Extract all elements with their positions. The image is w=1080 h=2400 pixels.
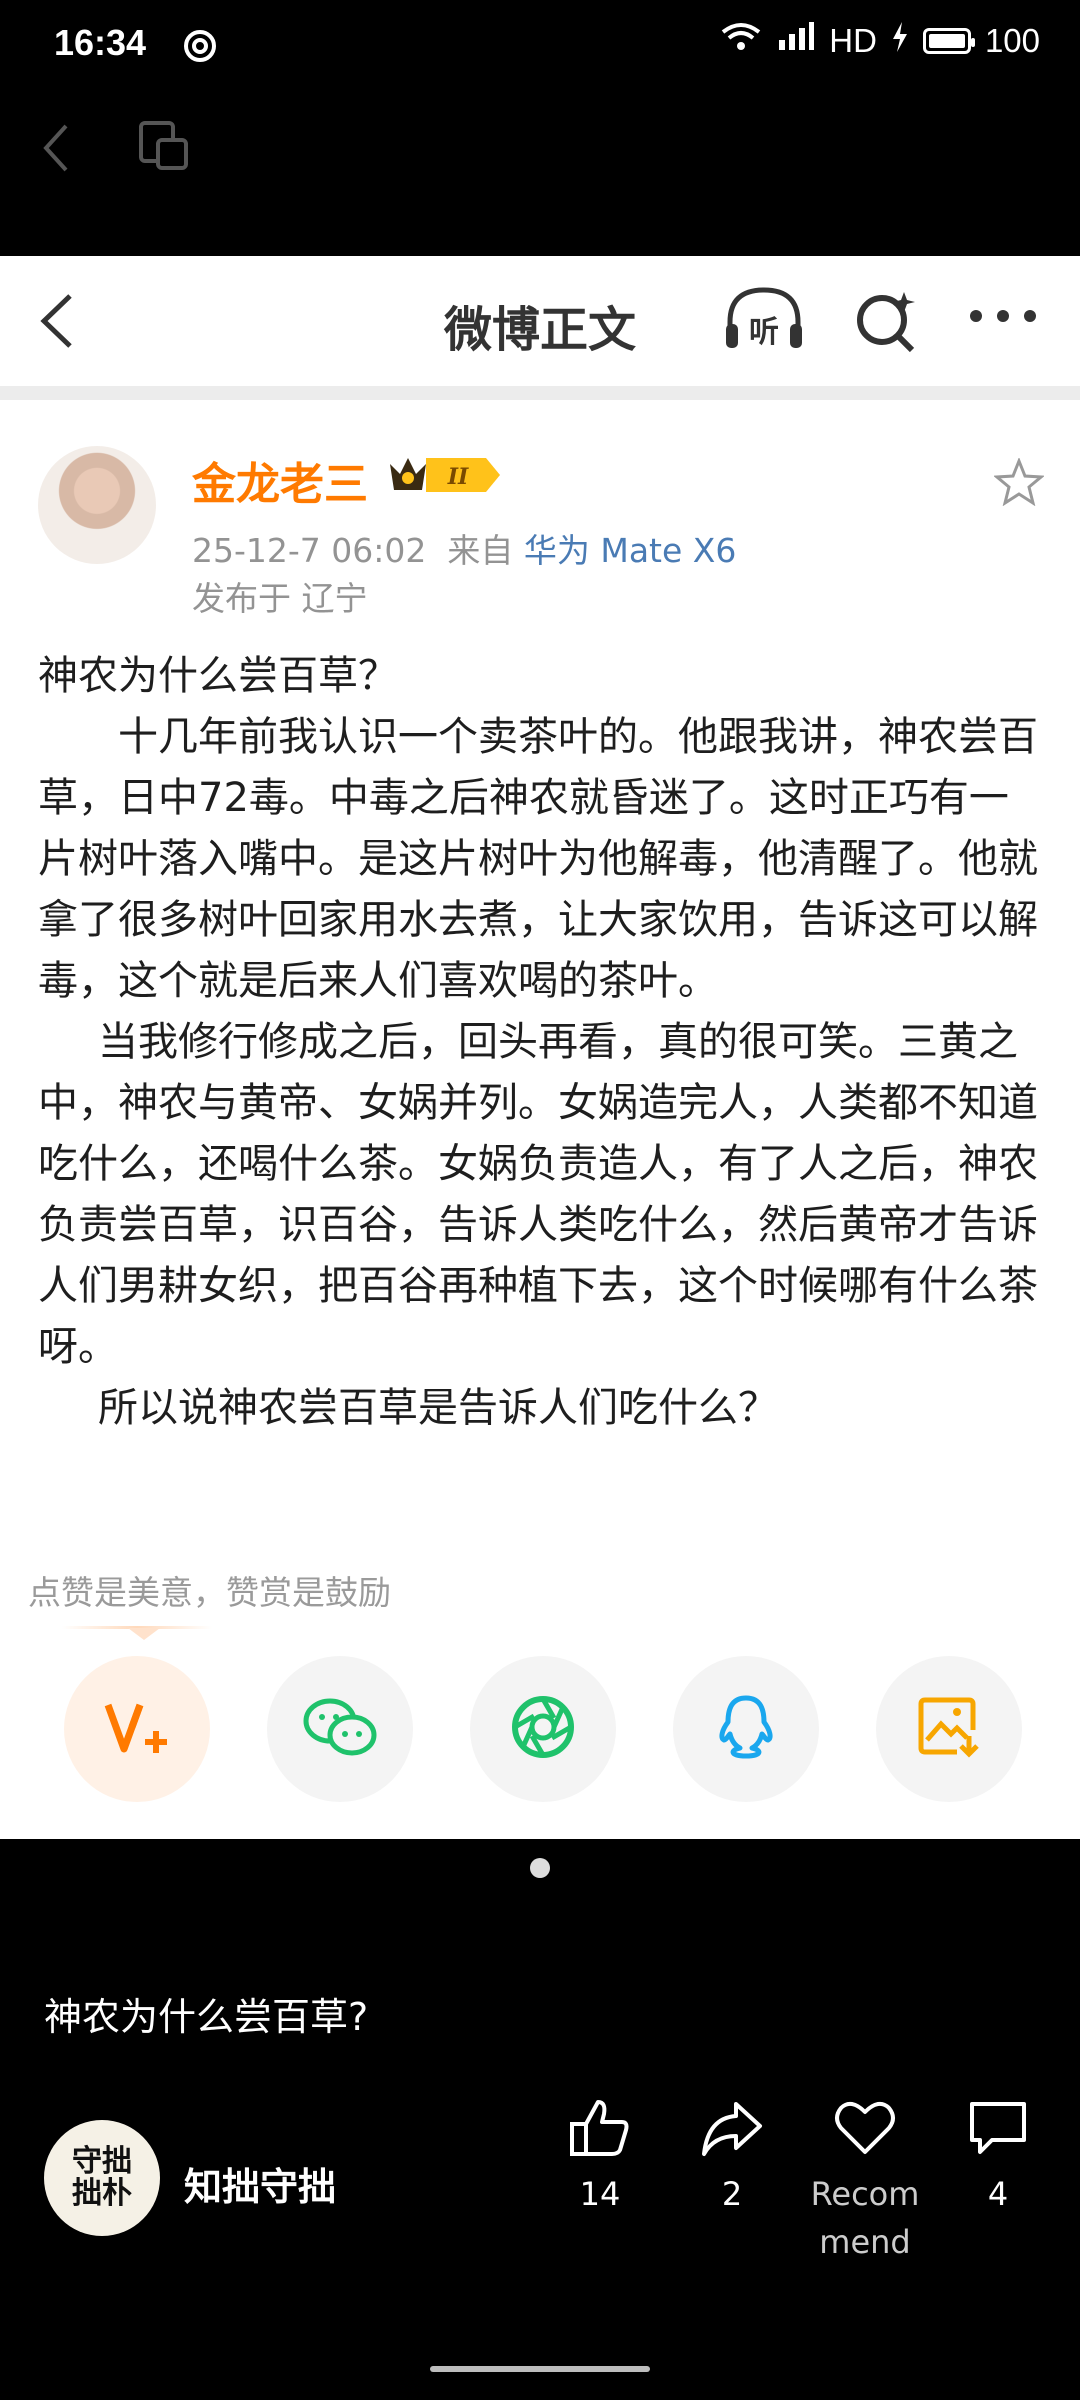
share-qq-button[interactable] [673, 1656, 819, 1802]
listen-icon[interactable]: 听 [722, 284, 806, 358]
appreciate-hint: 点赞是美意，赞赏是鼓励 [28, 1573, 391, 1612]
battery-fill [928, 34, 965, 48]
vip-level: II [447, 464, 469, 490]
network-type: HD [829, 22, 877, 59]
post-paragraph-1: 十几年前我认识一个卖茶叶的。他跟我讲，神农尝百草，日中72毒。中毒之后神农就昏迷… [38, 714, 1038, 1004]
signal-icon [775, 22, 815, 60]
save-image-button[interactable] [876, 1656, 1022, 1802]
appreciate-pointer [128, 1628, 160, 1640]
status-time: 16:34 [54, 22, 147, 63]
focus-mode-icon [182, 28, 218, 68]
battery-percent: 100 [984, 22, 1040, 59]
pager-indicator [530, 1858, 550, 1878]
weibo-post-card: 微博正文 听 金龙老三 II 25-12-7 06:02 来自 华为 Mate … [0, 256, 1080, 1839]
more-icon[interactable] [968, 308, 1038, 328]
wifi-icon [721, 22, 761, 60]
recommend-label: Recom mend [810, 2175, 920, 2261]
wechat-icon [302, 1695, 378, 1763]
post-paragraph-3: 所以说神农尝百草是告诉人们吃什么？ [98, 1385, 778, 1431]
share-wechat-button[interactable] [267, 1656, 413, 1802]
post-time: 25-12-7 06:02 [192, 531, 427, 570]
channel-avatar-text: 守拙 拙朴 [72, 2144, 132, 2211]
heart-icon [833, 2101, 897, 2162]
like-count: 14 [579, 2175, 621, 2213]
comment-icon [966, 2102, 1030, 2162]
share-arrow-icon [700, 2102, 764, 2162]
viewer-back-icon[interactable] [40, 122, 72, 178]
author-name[interactable]: 金龙老三 [192, 448, 368, 512]
vip-badge-icon[interactable]: II [386, 450, 502, 504]
post-title: 神农为什么尝百草？ [38, 653, 398, 699]
listen-label: 听 [749, 315, 779, 350]
moments-icon [510, 1694, 576, 1764]
home-indicator[interactable] [430, 2366, 650, 2372]
share-count: 2 [721, 2175, 743, 2213]
post-paragraph-2: 当我修行修成之后，回头再看，真的很可笑。三黄之中，神农与黄帝、女娲并列。女娲造完… [38, 1019, 1038, 1370]
comment-button[interactable]: 4 [938, 2098, 1058, 2218]
thumbs-up-icon [568, 2100, 632, 2162]
device-link[interactable]: 华为 Mate X6 [524, 531, 737, 570]
qq-icon [716, 1694, 776, 1764]
save-image-icon [917, 1696, 981, 1762]
post-meta: 25-12-7 06:02 来自 华为 Mate X6 [192, 524, 736, 572]
comment-count: 4 [987, 2175, 1009, 2213]
share-button[interactable]: 2 [672, 2098, 792, 2218]
copy-icon[interactable] [138, 120, 190, 176]
author-avatar[interactable] [38, 446, 156, 564]
recommend-button[interactable]: Recom mend [800, 2098, 930, 2266]
status-icons: HD 100 [721, 22, 1040, 60]
search-icon[interactable] [852, 286, 922, 360]
source-prefix: 来自 [447, 531, 514, 570]
channel-avatar[interactable]: 守拙 拙朴 [44, 2120, 160, 2236]
post-location: 发布于 辽宁 [192, 579, 368, 618]
status-bar: 16:34 HD 100 [0, 0, 1080, 90]
weibo-header: 微博正文 听 [0, 256, 1080, 400]
like-button[interactable]: 14 [540, 2098, 660, 2218]
weibo-reward-button[interactable] [64, 1656, 210, 1802]
post-body: 神农为什么尝百草？ 十几年前我认识一个卖茶叶的。他跟我讲，神农尝百草，日中72毒… [38, 646, 1048, 1439]
channel-name[interactable]: 知拙守拙 [184, 2156, 336, 2211]
favorite-star-icon[interactable] [993, 456, 1045, 510]
charging-icon [891, 22, 909, 60]
post-caption: 神农为什么尝百草? [44, 1995, 369, 2039]
share-moments-button[interactable] [470, 1656, 616, 1802]
battery-icon [922, 28, 975, 54]
weibo-reward-icon [102, 1697, 172, 1761]
